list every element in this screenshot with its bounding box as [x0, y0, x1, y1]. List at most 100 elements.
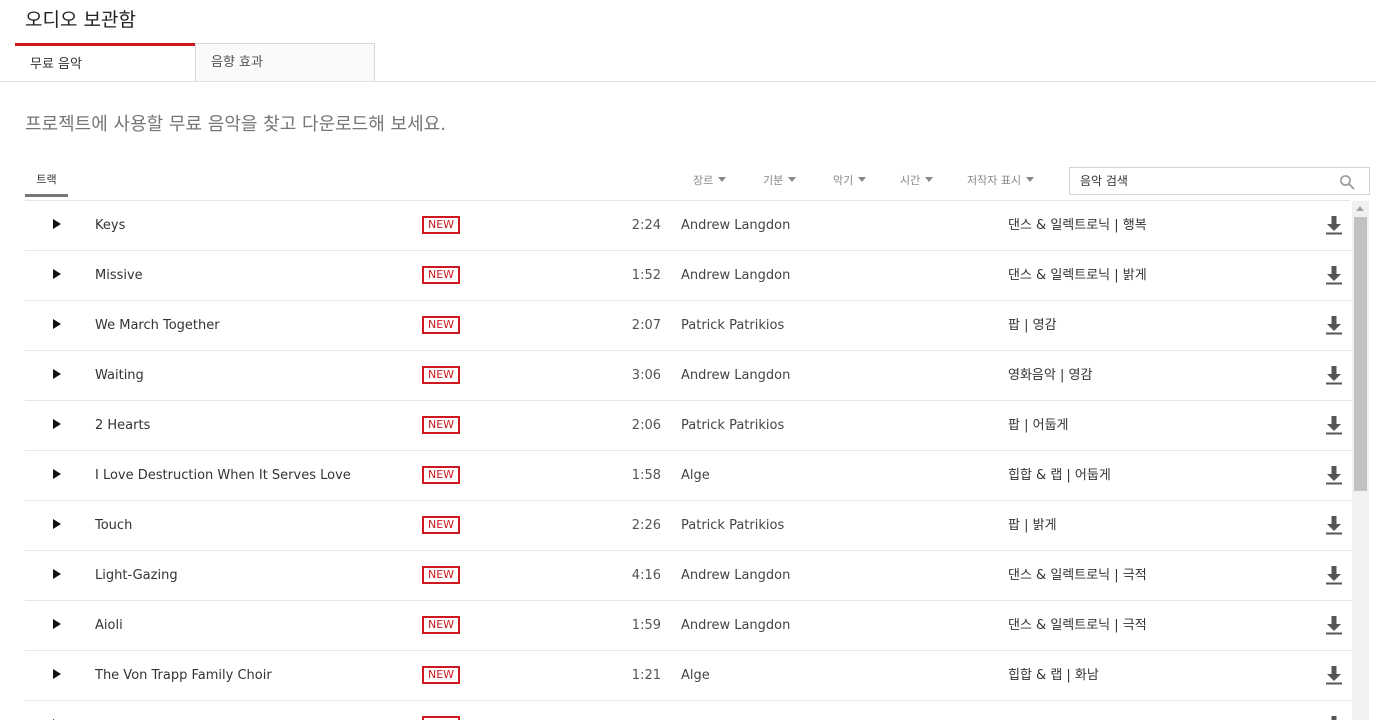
- tab-sound-effects[interactable]: 음향 효과: [195, 43, 375, 82]
- mood-filter[interactable]: 기분: [763, 172, 797, 188]
- track-title: We March Together: [95, 318, 220, 333]
- track-artist: Andrew Langdon: [681, 568, 791, 583]
- track-row[interactable]: Light-Gazing NEW 4:16 Andrew Langdon 댄스 & 일렉…: [25, 551, 1352, 601]
- track-genre: 댄스 & 일렉트로닉 | 극적: [1008, 618, 1147, 633]
- track-title: Aioli: [95, 618, 123, 633]
- new-badge: NEW: [422, 716, 461, 720]
- track-duration: 1:58: [631, 468, 661, 483]
- attribution-filter-label: 저작자 표시: [967, 174, 1022, 187]
- track-artist: Patrick Patrikios: [681, 418, 785, 433]
- play-icon[interactable]: [53, 669, 61, 679]
- new-badge: NEW: [422, 216, 461, 234]
- track-title: Waiting: [95, 368, 144, 383]
- scrollbar[interactable]: [1352, 201, 1369, 720]
- track-row[interactable]: We March Together NEW 2:07 Patrick Patrikio…: [25, 301, 1352, 351]
- caret-down-icon: [925, 177, 934, 182]
- play-icon[interactable]: [53, 619, 61, 629]
- intro-text: 프로젝트에 사용할 무료 음악을 찾고 다운로드해 보세요.: [25, 114, 446, 135]
- track-duration: 1:59: [631, 618, 661, 633]
- track-duration: 2:24: [631, 218, 661, 233]
- scroll-up-arrow-icon[interactable]: [1356, 206, 1364, 211]
- play-icon[interactable]: [53, 419, 61, 429]
- new-badge: NEW: [422, 566, 461, 584]
- page-title: 오디오 보관함: [25, 9, 136, 31]
- search-icon[interactable]: [1339, 174, 1355, 190]
- track-title: 2 Hearts: [95, 418, 151, 433]
- play-icon[interactable]: [53, 219, 61, 229]
- search-box: [1069, 167, 1370, 195]
- duration-filter[interactable]: 시간: [900, 172, 934, 188]
- track-title: Light-Gazing: [95, 568, 178, 583]
- download-icon[interactable]: [1325, 415, 1343, 435]
- track-row[interactable]: Touch NEW 2:26 Patrick Patrikios 팝 | 밝게: [25, 501, 1352, 551]
- track-title: Missive: [95, 268, 143, 283]
- track-genre: 팝 | 영감: [1008, 318, 1057, 333]
- genre-filter-label: 장르: [693, 174, 714, 187]
- download-icon[interactable]: [1325, 265, 1343, 285]
- audio-library-page: 오디오 보관함 무료 음악 음향 효과 프로젝트에 사용할 무료 음악을 찾고 …: [0, 0, 1376, 720]
- track-duration: 2:26: [631, 518, 661, 533]
- play-icon[interactable]: [53, 369, 61, 379]
- track-row[interactable]: 2 Hearts NEW 2:06 Patrick Patrikios 팝 | 어둡게: [25, 401, 1352, 451]
- new-badge: NEW: [422, 466, 461, 484]
- track-duration: 1:21: [631, 668, 661, 683]
- play-icon[interactable]: [53, 319, 61, 329]
- download-icon[interactable]: [1325, 665, 1343, 685]
- genre-filter[interactable]: 장르: [693, 172, 727, 188]
- download-icon[interactable]: [1325, 615, 1343, 635]
- duration-filter-label: 시간: [900, 174, 921, 187]
- track-title: Keys: [95, 218, 126, 233]
- track-row[interactable]: Aioli NEW 1:59 Andrew Langdon 댄스 & 일렉트로닉 | 극…: [25, 601, 1352, 651]
- download-icon[interactable]: [1325, 565, 1343, 585]
- track-title: I Love Destruction When It Serves Love: [95, 468, 351, 483]
- caret-down-icon: [718, 177, 727, 182]
- play-icon[interactable]: [53, 569, 61, 579]
- track-duration: 4:16: [631, 568, 661, 583]
- track-artist: Andrew Langdon: [681, 618, 791, 633]
- scrollbar-thumb[interactable]: [1354, 217, 1367, 491]
- track-row[interactable]: The Von Trapp Family Choir NEW 1:21 Alge 힙합 …: [25, 651, 1352, 701]
- caret-down-icon: [858, 177, 867, 182]
- new-badge: NEW: [422, 266, 461, 284]
- tab-divider: [0, 81, 1376, 82]
- new-badge: NEW: [422, 316, 461, 334]
- track-row[interactable]: Keys NEW 2:24 Andrew Langdon 댄스 & 일렉트로닉 | 행복: [25, 201, 1352, 251]
- caret-down-icon: [788, 177, 797, 182]
- track-row[interactable]: I Love Destruction When It Serves Love NE…: [25, 451, 1352, 501]
- download-icon[interactable]: [1325, 215, 1343, 235]
- track-duration: 2:06: [631, 418, 661, 433]
- search-input[interactable]: [1080, 171, 1320, 191]
- new-badge: NEW: [422, 366, 461, 384]
- download-icon[interactable]: [1325, 515, 1343, 535]
- track-row[interactable]: NEW: [25, 701, 1352, 720]
- track-genre: 댄스 & 일렉트로닉 | 극적: [1008, 568, 1147, 583]
- track-row[interactable]: Missive NEW 1:52 Andrew Langdon 댄스 & 일렉트로닉 |…: [25, 251, 1352, 301]
- track-artist: Patrick Patrikios: [681, 518, 785, 533]
- track-list: Keys NEW 2:24 Andrew Langdon 댄스 & 일렉트로닉 | 행복…: [25, 201, 1352, 720]
- track-duration: 3:06: [631, 368, 661, 383]
- download-icon[interactable]: [1325, 715, 1343, 720]
- download-icon[interactable]: [1325, 365, 1343, 385]
- download-icon[interactable]: [1325, 315, 1343, 335]
- new-badge: NEW: [422, 666, 461, 684]
- track-artist: Alge: [681, 668, 710, 683]
- track-row[interactable]: Waiting NEW 3:06 Andrew Langdon 영화음악 | 영감: [25, 351, 1352, 401]
- track-genre: 팝 | 밝게: [1008, 518, 1057, 533]
- track-artist: Patrick Patrikios: [681, 318, 785, 333]
- track-artist: Alge: [681, 468, 710, 483]
- play-icon[interactable]: [53, 269, 61, 279]
- track-duration: 1:52: [631, 268, 661, 283]
- play-icon[interactable]: [53, 469, 61, 479]
- tab-tracks[interactable]: 트랙: [25, 166, 68, 197]
- play-icon[interactable]: [53, 519, 61, 529]
- download-icon[interactable]: [1325, 465, 1343, 485]
- track-genre: 댄스 & 일렉트로닉 | 밝게: [1008, 268, 1147, 283]
- tab-free-music[interactable]: 무료 음악: [15, 43, 195, 82]
- toolbar: 트랙 장르 기분 악기 시간 저작자 표시: [25, 166, 1370, 200]
- new-badge: NEW: [422, 416, 461, 434]
- attribution-filter[interactable]: 저작자 표시: [967, 172, 1035, 188]
- track-genre: 영화음악 | 영감: [1008, 368, 1093, 383]
- instrument-filter[interactable]: 악기: [833, 172, 867, 188]
- instrument-filter-label: 악기: [833, 174, 854, 187]
- track-genre: 팝 | 어둡게: [1008, 418, 1069, 433]
